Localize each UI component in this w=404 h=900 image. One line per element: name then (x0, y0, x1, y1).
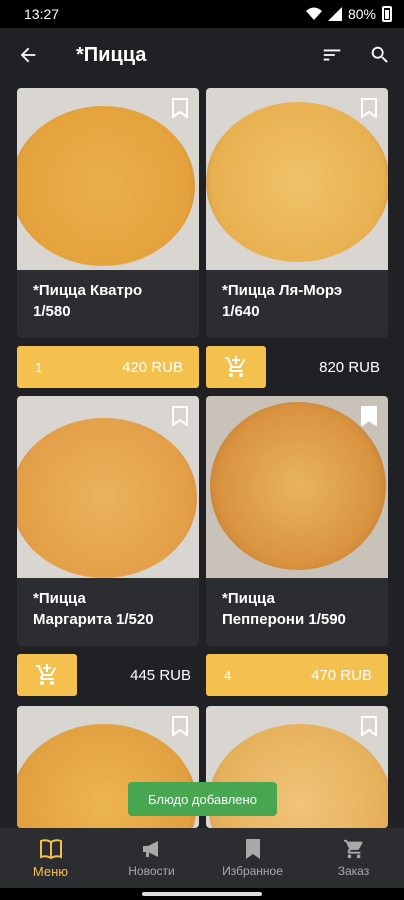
nav-label: Заказ (337, 864, 370, 878)
quantity-value: 1 (35, 359, 43, 375)
gesture-handle[interactable] (142, 892, 262, 896)
arrow-back-icon (20, 47, 36, 63)
product-name-line2: Пепперони 1/590 (222, 611, 346, 628)
battery-percent: 80% (347, 6, 376, 22)
add-to-cart-icon (36, 664, 57, 685)
product-photo (206, 88, 388, 270)
search-button[interactable] (356, 28, 404, 82)
product-card[interactable]: *Пицца Ля-Морэ 1/640 (206, 88, 388, 338)
product-name-line2: Маргарита 1/520 (33, 611, 154, 628)
sort-button[interactable] (308, 28, 356, 82)
product-actions: 445 RUB (17, 654, 199, 696)
product-photo (206, 396, 388, 578)
nav-item-news[interactable]: Новости (101, 828, 202, 888)
product-actions: 4 470 RUB (206, 654, 388, 696)
add-to-cart-button[interactable] (206, 346, 266, 388)
product-name-line1: *Пицца Ля-Морэ (222, 282, 343, 299)
quantity-value: 4 (224, 667, 232, 683)
bookmark-icon[interactable] (171, 406, 189, 426)
bookmark-icon[interactable] (171, 98, 189, 118)
back-button[interactable] (0, 28, 56, 82)
bookmark-icon[interactable] (360, 716, 378, 736)
nav-label: Избранное (222, 864, 283, 878)
price-value: 420 RUB (122, 358, 183, 376)
bookmark-icon[interactable] (360, 98, 378, 118)
product-actions: 1 420 RUB (17, 346, 199, 388)
product-card[interactable]: *Пицца Кватро 1/580 (17, 88, 199, 338)
product-name: *Пицца Пепперони 1/590 (206, 578, 388, 646)
status-icons: 80% (305, 6, 392, 22)
product-name-line1: *Пицца (33, 590, 86, 607)
nav-item-favorites[interactable]: Избранное (202, 828, 303, 888)
product-card[interactable]: *Пицца Пепперони 1/590 (206, 396, 388, 646)
nav-label: Новости (128, 864, 175, 878)
price-value: 470 RUB (311, 666, 372, 684)
product-name: *Пицца Кватро 1/580 (17, 270, 199, 338)
signal-icon (327, 7, 342, 21)
battery-icon (382, 6, 392, 22)
search-icon (371, 46, 388, 63)
product-name-line2: 1/580 (33, 303, 71, 320)
toast-message: Блюдо добавлено (128, 782, 277, 816)
product-photo (17, 88, 199, 270)
nav-item-order[interactable]: Заказ (303, 828, 404, 888)
cart-icon (343, 839, 362, 859)
product-photo (17, 396, 199, 578)
sort-icon (323, 49, 341, 61)
price-value: 445 RUB (130, 666, 191, 684)
product-name: *Пицца Ля-Морэ 1/640 (206, 270, 388, 338)
add-to-cart-icon (225, 356, 246, 377)
product-actions: 820 RUB (206, 346, 388, 388)
product-name-line1: *Пицца Кватро (33, 282, 143, 299)
bookmark-icon[interactable] (360, 406, 378, 426)
app-bar: *Пицца (0, 28, 404, 82)
product-name: *Пицца Маргарита 1/520 (17, 578, 199, 646)
add-to-cart-button[interactable] (17, 654, 77, 696)
page-title: *Пицца (76, 43, 147, 66)
book-icon (39, 838, 62, 859)
product-name-line1: *Пицца (222, 590, 275, 607)
bookmark-icon[interactable] (171, 716, 189, 736)
status-bar: 13:27 80% (0, 0, 404, 28)
megaphone-icon (142, 841, 158, 857)
nav-label: Меню (32, 863, 69, 879)
product-card[interactable]: *Пицца Маргарита 1/520 (17, 396, 199, 646)
bookmark-icon (245, 839, 260, 859)
bottom-nav: Меню Новости Избранное Заказ (0, 828, 404, 888)
quantity-bar[interactable]: 4 470 RUB (206, 654, 388, 696)
nav-item-menu[interactable]: Меню (0, 828, 101, 888)
quantity-bar[interactable]: 1 420 RUB (17, 346, 199, 388)
wifi-icon (305, 7, 322, 20)
gesture-bar (0, 888, 404, 900)
status-time: 13:27 (24, 6, 60, 22)
price-value: 820 RUB (319, 358, 380, 376)
product-name-line2: 1/640 (222, 303, 260, 320)
